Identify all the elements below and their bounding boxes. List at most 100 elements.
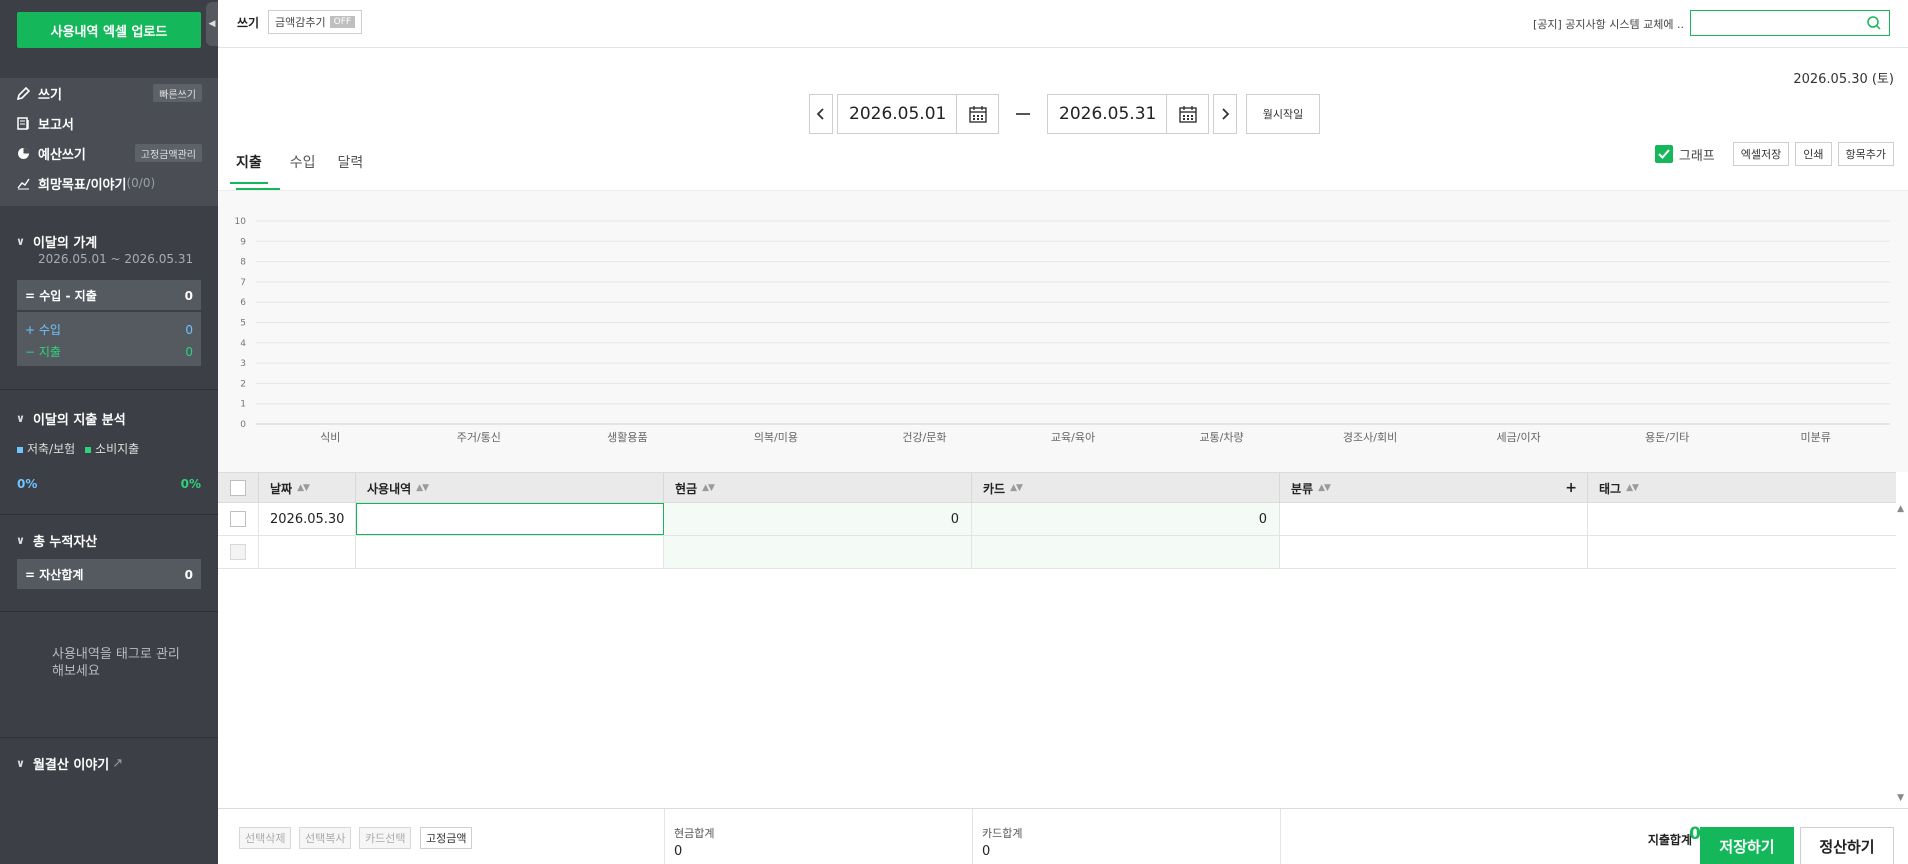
chevron-down-icon: ∨ [16,534,25,547]
scroll-down-icon[interactable]: ▼ [1897,793,1904,803]
next-month-button[interactable] [1213,94,1237,134]
card-cell[interactable] [972,536,1280,568]
end-date-field[interactable]: 2026.05.31 [1047,94,1167,134]
quick-write-button[interactable]: 빠른쓰기 [153,84,202,102]
prev-month-button[interactable] [809,94,833,134]
assets-total-value: 0 [184,567,193,582]
card-cell[interactable]: 0 [972,503,1280,535]
today-date: 2026.05.30 (토) [1793,72,1894,87]
col-category[interactable]: 분류 ▲▼ + [1280,473,1588,503]
consumption-percent: 0% [180,477,201,491]
pie-chart-icon [16,146,30,160]
divider [0,611,218,612]
saving-legend-swatch [17,446,23,453]
tag-cell[interactable] [1588,536,1896,568]
divider [0,514,218,515]
footer-bar: 선택삭제 선택복사 카드선택 고정금액 현금합계 0 카드합계 0 지출합계 0… [218,808,1908,864]
calendar-icon [968,105,987,123]
net-value: 0 [184,288,193,303]
delete-selected-button[interactable]: 선택삭제 [239,827,292,849]
y-tick-label: 2 [240,379,246,389]
scroll-up-icon[interactable]: ▲ [1897,504,1904,514]
search-input[interactable] [1691,11,1861,35]
y-tick-label: 5 [240,319,246,329]
sidebar-collapse-icon[interactable]: ◀ [206,2,218,46]
assets-section-toggle[interactable]: ∨ 총 누적자산 [16,531,97,550]
saving-percent: 0% [17,477,38,491]
settle-button[interactable]: 정산하기 [1800,827,1894,864]
col-card[interactable]: 카드 ▲▼ [972,473,1280,503]
fixed-amount-manage-button[interactable]: 고정금액관리 [134,144,202,162]
col-tag[interactable]: 태그 ▲▼ [1588,473,1896,503]
analysis-legend: 저축/보험 소비지출 [17,440,139,457]
graph-checkbox[interactable] [1654,145,1673,163]
income-value: 0 [185,322,193,337]
select-all-checkbox[interactable] [230,480,246,496]
search-icon[interactable] [1866,15,1882,31]
sidebar-menu: 쓰기 빠른쓰기 보고서 예산쓰기 고정금액관리 희망목표/이야기 (0/0) [0,78,218,206]
row-checkbox[interactable] [230,511,246,527]
col-cash[interactable]: 현금 ▲▼ [664,473,972,503]
hide-amount-toggle[interactable]: 금액감추기 OFF [268,10,363,34]
y-tick-label: 4 [240,339,246,349]
net-box: = 수입 - 지출 0 [17,280,201,310]
add-item-button[interactable]: 항목추가 [1837,142,1894,166]
divider [664,809,665,864]
sidebar-item-write[interactable]: 쓰기 [16,83,62,103]
notice-link[interactable]: [공지] 공지사항 시스템 교체에 .. [1533,16,1684,32]
excel-save-button[interactable]: 엑셀저장 [1732,142,1790,166]
divider [1280,809,1281,864]
col-desc[interactable]: 사용내역 ▲▼ [356,473,664,503]
add-category-button[interactable]: + [1565,480,1577,496]
monthly-section-title: 이달의 가계 [32,236,98,251]
income-expense-box: + 수입 0 − 지출 0 [17,312,201,366]
start-calendar-button[interactable] [956,94,999,134]
print-button[interactable]: 인쇄 [1795,142,1832,166]
pencil-icon [16,86,30,100]
tab-expense[interactable]: 지출 [230,152,268,184]
date-cell[interactable]: 2026.05.30 [259,503,356,535]
x-tick-label: 생활용품 [607,430,647,444]
fixed-amount-button[interactable]: 고정금액 [420,827,473,849]
net-label: = 수입 - 지출 [25,289,97,303]
bar-chart: 0 1 2 3 4 5 6 7 8 9 10 식비 주거/통신 생활용품 의복/미용 건강/문화 교육/육아 교통… [235,217,1890,444]
date-range-dash [1016,113,1030,115]
col-date-label: 날짜 [270,481,293,496]
sidebar-item-budget[interactable]: 예산쓰기 [16,143,86,163]
desc-cell[interactable] [356,536,664,568]
calendar-icon [1178,105,1197,123]
col-date[interactable]: 날짜 ▲▼ [259,473,356,503]
cash-cell[interactable]: 0 [664,503,972,535]
desc-input-cell[interactable] [356,503,664,535]
excel-upload-button[interactable]: 사용내역 엑셀 업로드 [17,12,201,48]
row-checkbox[interactable] [230,544,246,560]
sidebar-item-label: 보고서 [38,117,74,133]
x-tick-label: 건강/문화 [902,431,946,444]
col-category-label: 분류 [1291,481,1314,496]
date-cell[interactable] [259,536,356,568]
monthly-section-toggle[interactable]: ∨ 이달의 가계 [16,232,97,251]
sort-icon: ▲▼ [702,483,715,493]
sidebar-item-report[interactable]: 보고서 [16,113,74,133]
select-card-button[interactable]: 카드선택 [359,827,412,849]
save-button[interactable]: 저장하기 [1700,827,1794,864]
story-section-toggle[interactable]: ∨ 월결산 이야기 ↗ [16,754,123,773]
sort-icon: ▲▼ [297,483,310,493]
view-tabs: 지출 수입 달력 [230,152,385,184]
tab-calendar[interactable]: 달력 [338,152,364,184]
end-calendar-button[interactable] [1166,94,1209,134]
month-start-day-button[interactable]: 월시작일 [1246,94,1320,134]
category-cell[interactable] [1280,536,1588,568]
sidebar-item-goal[interactable]: 희망목표/이야기 (0/0) [16,173,155,193]
copy-selected-button[interactable]: 선택복사 [299,827,352,849]
tag-cell[interactable] [1588,503,1896,535]
category-cell[interactable] [1280,503,1588,535]
analysis-section-toggle[interactable]: ∨ 이달의 지출 분석 [16,409,126,428]
cash-cell[interactable] [664,536,972,568]
sort-icon: ▲▼ [1318,483,1331,493]
x-tick-label: 주거/통신 [457,431,501,444]
table-header: 날짜 ▲▼ 사용내역 ▲▼ 현금 ▲▼ 카드 ▲▼ 분류 ▲▼ + 태그 ▲▼ [218,472,1896,503]
tab-income[interactable]: 수입 [290,152,316,184]
expense-total-label: 지출합계 [1647,833,1692,847]
start-date-field[interactable]: 2026.05.01 [837,94,957,134]
